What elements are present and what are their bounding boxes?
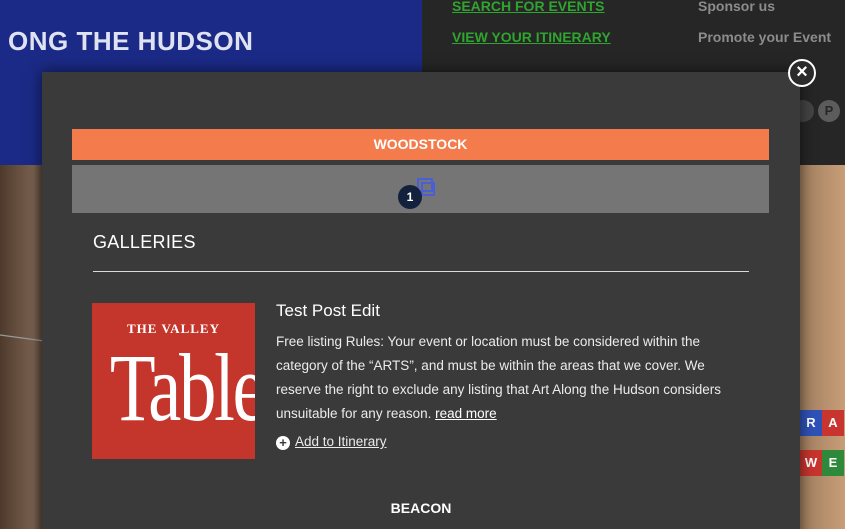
search-events-link[interactable]: SEARCH FOR EVENTS: [452, 0, 604, 14]
listing-title[interactable]: Test Post Edit: [276, 301, 380, 321]
promote-event-link[interactable]: Promote your Event: [698, 29, 831, 45]
view-itinerary-link[interactable]: VIEW YOUR ITINERARY: [452, 29, 611, 45]
map-marker-count-badge[interactable]: 1: [398, 185, 422, 209]
tile: W: [800, 450, 822, 476]
map-strip[interactable]: 1: [72, 165, 769, 213]
location-title-bar: WOODSTOCK: [72, 129, 769, 160]
site-title: ONG THE HUDSON: [8, 26, 254, 56]
tile: E: [822, 450, 844, 476]
plus-icon: +: [276, 436, 290, 450]
pinterest-icon[interactable]: P: [818, 100, 840, 122]
add-to-itinerary-button[interactable]: + Add to Itinerary: [276, 434, 387, 450]
background-letter-tiles: R A W E: [798, 398, 845, 498]
location-modal: WOODSTOCK 1 GALLERIES THE VALLEY Table T…: [42, 72, 800, 529]
tile: A: [822, 410, 844, 436]
listing-description-text: Free listing Rules: Your event or locati…: [276, 334, 722, 421]
read-more-link[interactable]: read more: [435, 406, 497, 421]
listing-image[interactable]: THE VALLEY Table: [92, 303, 255, 459]
tile: R: [800, 410, 822, 436]
add-to-itinerary-label[interactable]: Add to Itinerary: [295, 434, 387, 449]
category-heading: GALLERIES: [93, 232, 196, 252]
listing-description: Free listing Rules: Your event or locati…: [276, 330, 746, 426]
logo-text-main: Table: [109, 334, 255, 441]
category-divider: [93, 271, 749, 272]
next-location-heading: BEACON: [390, 500, 452, 516]
sponsor-link[interactable]: Sponsor us: [698, 0, 775, 14]
close-icon[interactable]: ×: [788, 59, 816, 87]
